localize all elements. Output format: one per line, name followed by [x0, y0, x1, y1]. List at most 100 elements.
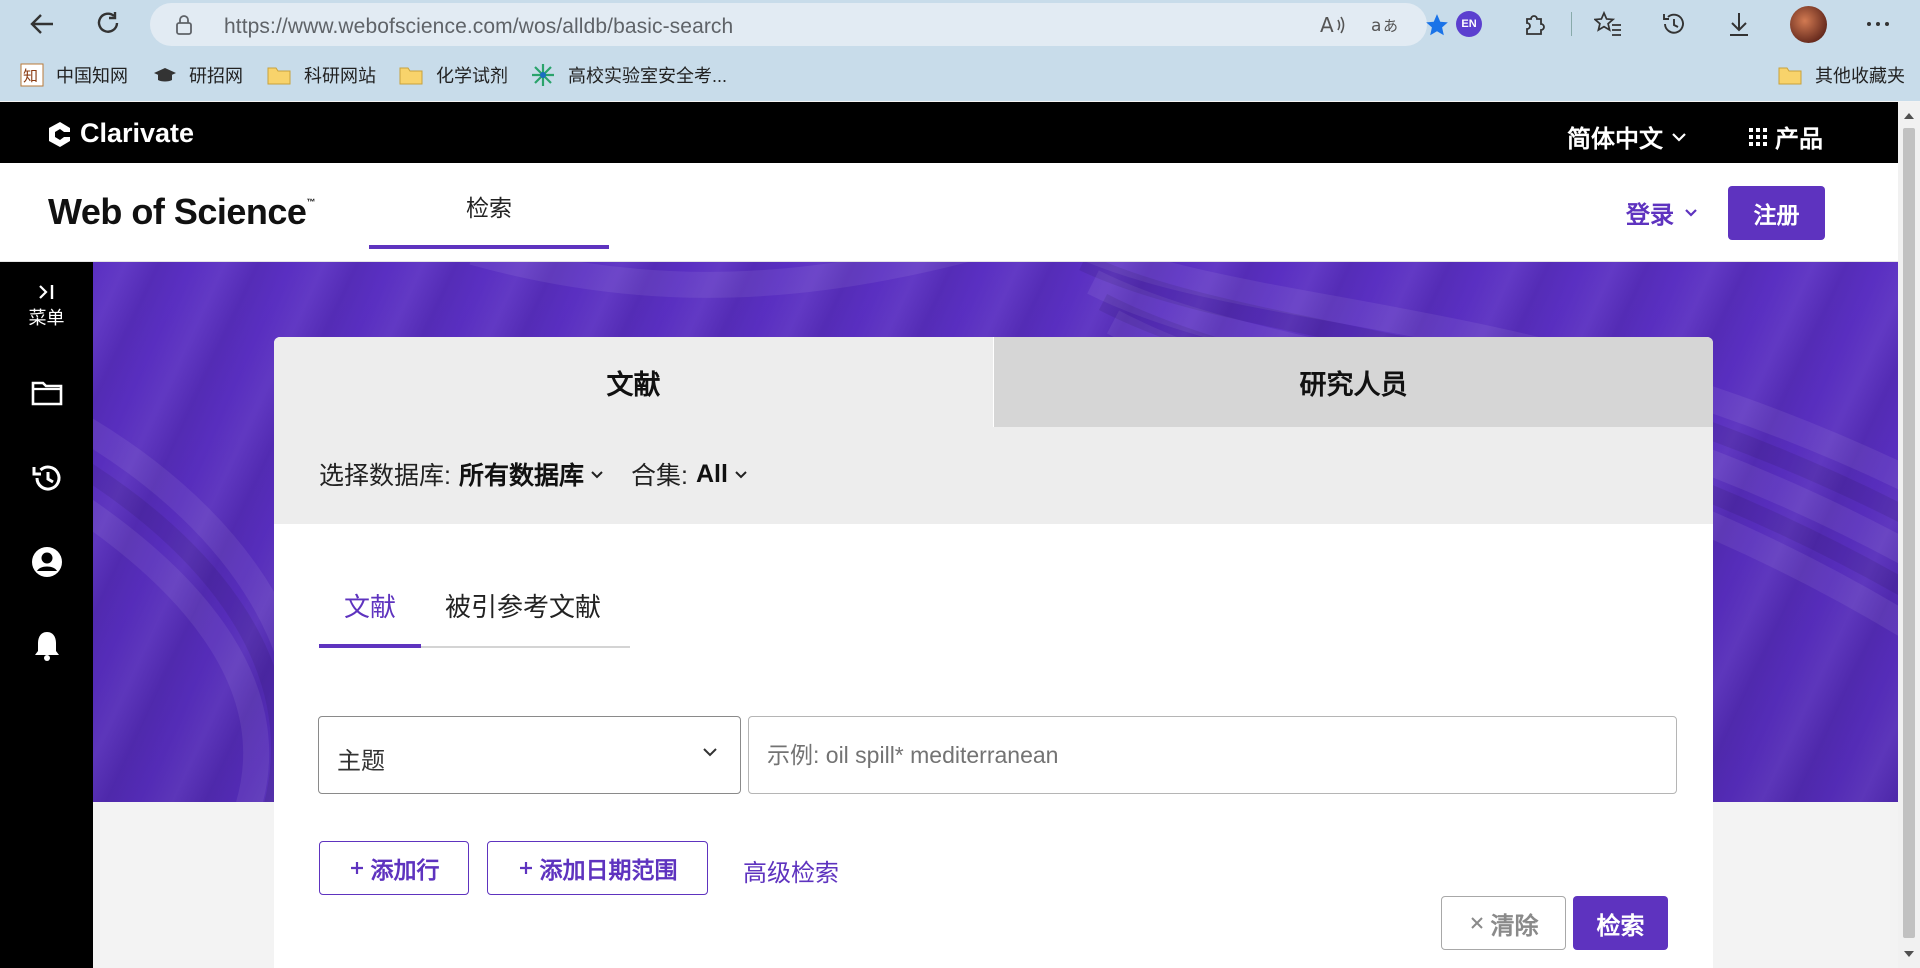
sidebar-item-history[interactable]: [0, 462, 93, 494]
tab-documents[interactable]: 文献: [274, 337, 993, 427]
bookmark-item[interactable]: 研招网: [153, 58, 243, 92]
active-tab-indicator: [369, 245, 609, 249]
downloads-icon[interactable]: [1714, 1, 1764, 47]
add-date-range-button[interactable]: 添加日期范围: [487, 841, 708, 895]
toolbar-divider: [1571, 12, 1572, 36]
wos-logo[interactable]: Web of Science™: [48, 191, 315, 233]
svg-text:知: 知: [23, 67, 38, 85]
avatar: [1789, 5, 1827, 43]
folder-icon: [398, 64, 424, 86]
folder-icon: [31, 381, 62, 406]
subtab-documents[interactable]: 文献: [344, 587, 396, 624]
bookmark-label: 中国知网: [56, 66, 128, 86]
folder-icon: [1777, 64, 1803, 86]
search-card: 文献 研究人员 选择数据库: 所有数据库 合集: All 文献 被引参考文献 主…: [274, 337, 1713, 968]
bookmark-label: 研招网: [189, 66, 243, 86]
extensions-icon[interactable]: [1510, 1, 1560, 47]
bookmark-label: 高校实验室安全考...: [568, 66, 728, 86]
more-menu-icon[interactable]: [1853, 1, 1903, 47]
url-text[interactable]: https://www.webofscience.com/wos/alldb/b…: [224, 15, 733, 39]
trademark: ™: [306, 197, 315, 207]
bookmark-item[interactable]: 高校实验室安全考...: [530, 58, 727, 92]
collection-label: 合集:: [631, 462, 688, 490]
svg-text:あ: あ: [1383, 17, 1398, 35]
plus-icon: [350, 862, 363, 874]
scroll-down-arrow-icon[interactable]: [1898, 944, 1920, 964]
browser-toolbar: https://www.webofscience.com/wos/alldb/b…: [0, 0, 1920, 101]
account-icon: [31, 547, 62, 577]
clear-label: 清除: [1490, 912, 1539, 940]
other-bookmarks[interactable]: 其他收藏夹: [1777, 58, 1905, 92]
refresh-button[interactable]: [80, 0, 136, 48]
back-button[interactable]: [14, 0, 70, 48]
add-row-button[interactable]: 添加行: [319, 841, 469, 895]
subtab-active-indicator: [319, 644, 421, 648]
subtab-cited-references[interactable]: 被引参考文献: [445, 587, 601, 624]
svg-text:a: a: [1371, 16, 1381, 36]
database-selector[interactable]: 选择数据库: 所有数据库: [319, 456, 604, 492]
search-submit-button[interactable]: 检索: [1573, 896, 1668, 950]
add-row-label: 添加行: [370, 857, 440, 883]
login-button[interactable]: 登录: [1626, 195, 1698, 230]
bookmark-item[interactable]: 化学试剂: [398, 58, 508, 92]
chevron-down-icon: [1672, 132, 1686, 142]
folder-icon: [266, 64, 292, 86]
bookmark-label: 化学试剂: [436, 66, 508, 86]
translate-icon[interactable]: aあ: [1363, 3, 1407, 46]
wos-logo-text: Web of Science: [48, 191, 307, 232]
chevron-down-icon: [591, 470, 603, 478]
plus-icon: [519, 862, 532, 874]
other-bookmarks-label: 其他收藏夹: [1815, 66, 1905, 86]
expand-menu-icon: [38, 285, 53, 299]
sidebar-item-folders[interactable]: [0, 380, 93, 406]
collection-value: All: [695, 459, 728, 488]
scrollbar-thumb[interactable]: [1903, 128, 1915, 938]
scroll-up-arrow-icon[interactable]: [1898, 106, 1920, 126]
refresh-icon: [97, 12, 119, 33]
chevron-down-icon: [735, 470, 747, 478]
menu-label: 菜单: [28, 308, 65, 328]
menu-toggle[interactable]: 菜单: [0, 284, 93, 330]
cnki-icon: 知: [20, 63, 44, 87]
history-icon: [32, 465, 60, 491]
add-date-range-label: 添加日期范围: [539, 857, 678, 883]
lab-icon: [530, 62, 556, 88]
svg-text:A: A: [1320, 14, 1334, 36]
history-browser-icon[interactable]: [1649, 1, 1699, 47]
profile-en-button[interactable]: EN: [1444, 1, 1494, 47]
clarivate-logo[interactable]: Clarivate: [46, 118, 194, 149]
clear-button[interactable]: 清除: [1441, 896, 1566, 950]
clarivate-bar: Clarivate 简体中文 产品: [0, 102, 1898, 163]
sidebar-item-account[interactable]: [0, 546, 93, 578]
clarivate-brand-text: Clarivate: [80, 118, 195, 148]
user-avatar-button[interactable]: [1783, 1, 1833, 47]
language-label: 简体中文: [1567, 126, 1663, 153]
database-row: 选择数据库: 所有数据库 合集: All: [274, 427, 1713, 524]
search-field-value: 主题: [337, 748, 385, 775]
advanced-search-link[interactable]: 高级检索: [743, 853, 839, 888]
login-label: 登录: [1626, 202, 1674, 229]
collection-selector[interactable]: 合集: All: [631, 456, 748, 492]
page-scrollbar[interactable]: [1898, 102, 1920, 968]
tab-researchers[interactable]: 研究人员: [994, 337, 1713, 427]
database-value: 所有数据库: [458, 462, 584, 490]
address-bar[interactable]: https://www.webofscience.com/wos/alldb/b…: [150, 3, 1448, 46]
graduation-cap-icon: [153, 65, 177, 85]
close-icon: [1470, 917, 1483, 929]
sidebar-item-alerts[interactable]: [0, 630, 93, 662]
language-selector[interactable]: 简体中文: [1567, 119, 1687, 154]
read-aloud-icon[interactable]: A: [1311, 3, 1355, 46]
chevron-down-icon: [703, 748, 717, 757]
favorites-icon[interactable]: [1583, 1, 1633, 47]
bookmark-label: 科研网站: [304, 66, 376, 86]
tab-search[interactable]: 检索: [369, 163, 609, 248]
bookmark-item[interactable]: 科研网站: [266, 58, 376, 92]
search-query-input[interactable]: [748, 716, 1677, 794]
back-arrow-icon: [30, 14, 53, 34]
search-field-select[interactable]: 主题: [318, 716, 741, 794]
side-menu: 菜单: [0, 262, 93, 968]
products-menu[interactable]: 产品: [1749, 119, 1823, 154]
register-button[interactable]: 注册: [1728, 186, 1825, 240]
bookmark-item[interactable]: 知 中国知网: [20, 58, 128, 92]
wos-header: Web of Science™ 检索 登录 注册: [0, 163, 1898, 262]
